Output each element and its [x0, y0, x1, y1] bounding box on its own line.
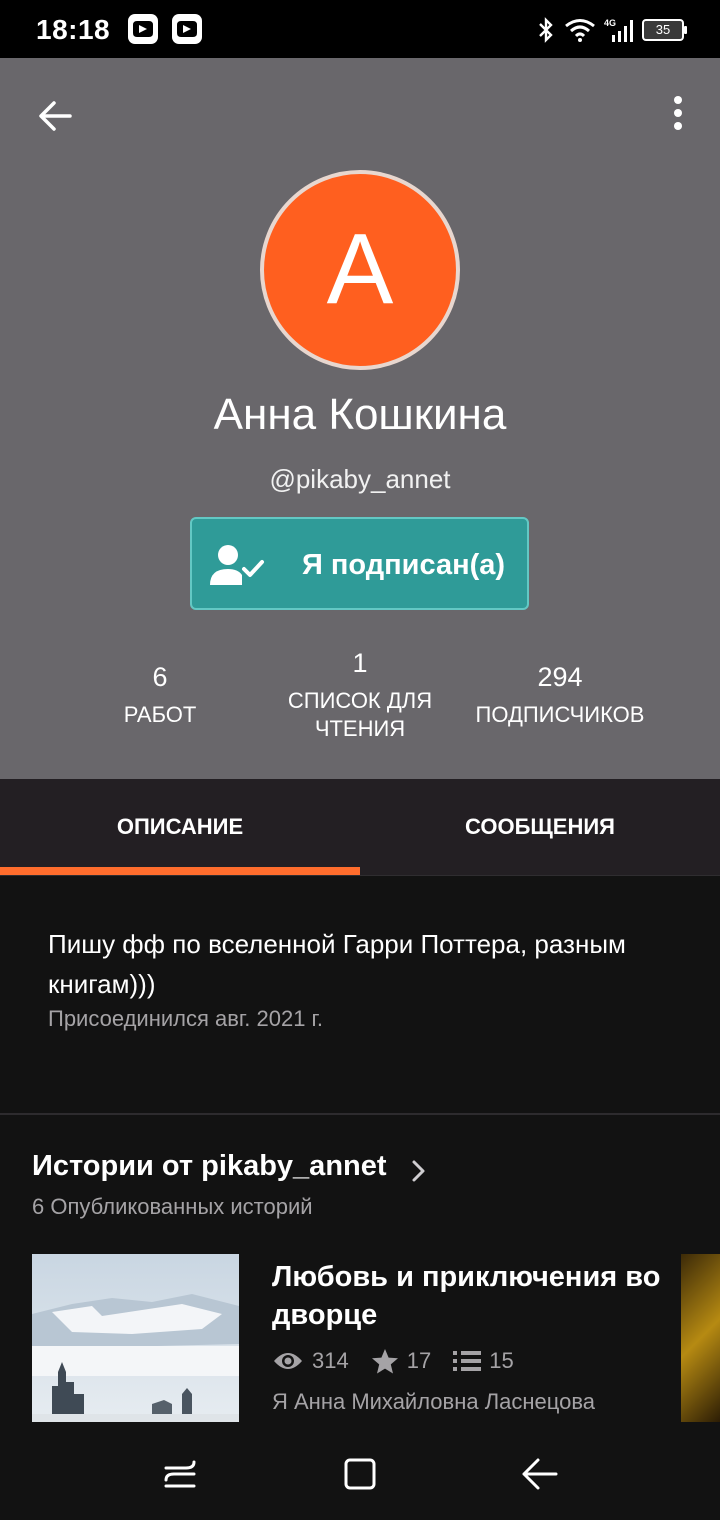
active-tab-indicator: [0, 867, 360, 875]
section-divider: [0, 1113, 720, 1115]
tab-description[interactable]: ОПИСАНИЕ: [0, 779, 360, 876]
profile-name: Анна Кошкина: [213, 390, 507, 439]
home-button[interactable]: [336, 1450, 384, 1498]
bluetooth-icon: [539, 17, 553, 43]
following-button-label: Я подписан(а): [302, 549, 506, 581]
home-square-icon: [344, 1458, 376, 1490]
stories-count: 6 Опубликованных историй: [32, 1194, 313, 1219]
story-reads-count: 314: [312, 1348, 349, 1373]
list-icon: [453, 1351, 482, 1371]
stat-works-value: 6: [152, 662, 168, 692]
story-reads: 314: [272, 1348, 349, 1374]
story-cover-image[interactable]: [32, 1254, 239, 1434]
eye-icon: [274, 1353, 302, 1369]
stat-followers-value: 294: [537, 662, 583, 692]
profile-handle: @pikaby_annet: [269, 464, 451, 494]
profile-header: A Анна Кошкина @pikaby_annet Я подписан(…: [0, 58, 720, 779]
avatar[interactable]: A: [260, 170, 460, 370]
story-votes: 17: [371, 1348, 431, 1374]
status-icons: 4G 35: [536, 16, 687, 44]
system-back-button[interactable]: [516, 1450, 564, 1498]
recents-button[interactable]: [156, 1450, 204, 1498]
notification-app-icon: [128, 14, 158, 44]
next-story-cover[interactable]: [681, 1254, 720, 1422]
story-parts: 15: [453, 1348, 514, 1374]
signal-4g-icon: 4G: [604, 18, 633, 42]
stat-reading-lists[interactable]: 1 СПИСОК ДЛЯ ЧТЕНИЯ: [270, 648, 450, 743]
tab-messages[interactable]: СООБЩЕНИЯ: [360, 779, 720, 876]
stat-followers-label: ПОДПИСЧИКОВ: [475, 702, 645, 727]
story-parts-count: 15: [489, 1348, 514, 1373]
profile-tabs: ОПИСАНИЕ СООБЩЕНИЯ: [0, 779, 720, 876]
stat-works-label: РАБОТ: [123, 702, 197, 727]
back-arrow-icon: [522, 1458, 558, 1490]
stat-followers[interactable]: 294 ПОДПИСЧИКОВ: [450, 662, 670, 729]
person-check-icon: [210, 545, 264, 585]
status-bar: 18:18 4G 35: [0, 0, 720, 58]
recents-icon: [164, 1460, 196, 1488]
more-options-button[interactable]: [666, 94, 690, 134]
story-author: Я Анна Михайловна Ласнецова: [272, 1389, 596, 1414]
arrow-left-icon: [39, 101, 72, 131]
joined-date: Присоединился авг. 2021 г.: [48, 1006, 323, 1031]
notification-app-icon: [172, 14, 202, 44]
wifi-icon: [565, 19, 595, 42]
following-button[interactable]: Я подписан(а): [190, 517, 529, 610]
system-navigation-bar: [0, 1422, 720, 1520]
star-icon: [371, 1349, 398, 1374]
stat-works[interactable]: 6 РАБОТ: [60, 662, 260, 729]
profile-screen: 18:18 4G 35 A Анна Кошкина @pikaby_annet: [0, 0, 720, 1520]
status-time: 18:18: [36, 14, 111, 45]
story-title[interactable]: Любовь и приключения во дворце: [272, 1258, 672, 1334]
stat-reading-lists-label: СПИСОК ДЛЯ ЧТЕНИЯ: [287, 688, 433, 741]
stories-section-title[interactable]: Истории от pikaby_annet: [32, 1150, 387, 1183]
story-votes-count: 17: [406, 1348, 432, 1373]
story-stats: 314 17 15: [272, 1344, 536, 1378]
back-button[interactable]: [34, 94, 78, 138]
chevron-right-icon[interactable]: [408, 1156, 430, 1186]
battery-indicator: 35: [642, 19, 687, 41]
svg-text:4G: 4G: [604, 18, 616, 28]
stat-reading-lists-value: 1: [352, 648, 368, 678]
more-vertical-icon: [674, 96, 682, 130]
profile-description: Пишу фф по вселенной Гарри Поттера, разн…: [48, 929, 626, 999]
